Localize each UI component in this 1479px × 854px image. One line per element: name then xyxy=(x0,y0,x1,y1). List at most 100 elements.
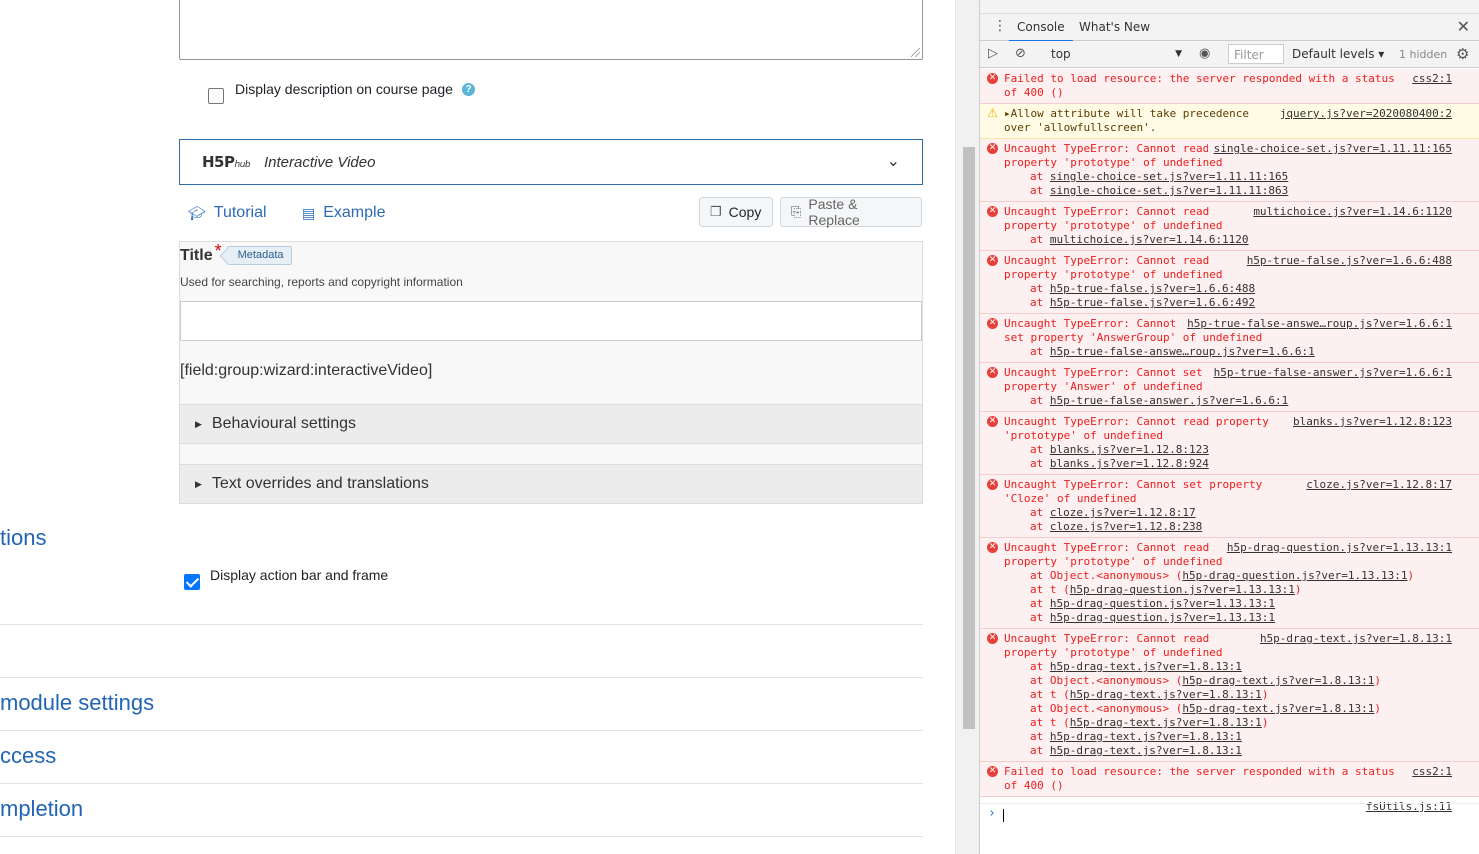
stack-frame-link[interactable]: h5p-drag-text.js?ver=1.8.13:1 xyxy=(1182,674,1374,687)
stack-frame-link[interactable]: cloze.js?ver=1.12.8:238 xyxy=(1050,520,1202,533)
stack-frame-link[interactable]: h5p-true-false-answer.js?ver=1.6.6:1 xyxy=(1050,394,1288,407)
source-link[interactable]: cloze.js?ver=1.12.8:17 xyxy=(1300,478,1452,492)
stack-frame-link[interactable]: h5p-drag-text.js?ver=1.8.13:1 xyxy=(1182,702,1374,715)
stack-frame-link[interactable]: h5p-drag-question.js?ver=1.13.13:1 xyxy=(1050,597,1275,610)
source-link[interactable]: h5p-true-false-answer.js?ver=1.6.6:1 xyxy=(1207,366,1452,380)
log-levels-dropdown[interactable]: Default levels ▾ xyxy=(1292,47,1384,61)
message-text: property 'prototype' of undefined xyxy=(1004,156,1223,169)
chevron-down-icon[interactable]: ⌄ xyxy=(887,151,900,171)
more-options-icon[interactable]: ⋮ xyxy=(993,18,1007,34)
source-link[interactable]: h5p-true-false.js?ver=1.6.6:488 xyxy=(1240,254,1452,268)
source-link[interactable]: css2:1 xyxy=(1406,765,1452,779)
clipboard-icon: ⎘ xyxy=(791,204,802,219)
field-group-placeholder: [field:group:wizard:interactiveVideo] xyxy=(180,362,433,379)
source-link[interactable]: jquery.js?ver=2020080400:2 xyxy=(1273,107,1452,121)
source-link[interactable]: blanks.js?ver=1.12.8:123 xyxy=(1287,415,1452,429)
text-overrides-accordion[interactable]: ▶ Text overrides and translations xyxy=(180,464,922,504)
resize-grip-icon[interactable] xyxy=(911,48,920,57)
stack-frame-link[interactable]: cloze.js?ver=1.12.8:17 xyxy=(1050,506,1196,519)
error-icon: ✕ xyxy=(987,766,998,777)
text-caret xyxy=(1003,809,1004,822)
stack-frame-suffix: ) xyxy=(1261,716,1269,729)
stack-frame-link[interactable]: h5p-drag-text.js?ver=1.8.13:1 xyxy=(1070,716,1262,729)
access-section-link[interactable]: ccess xyxy=(0,743,56,769)
message-text: set property 'AnswerGroup' of undefined xyxy=(1004,331,1263,344)
message-text: 'Cloze' of undefined xyxy=(1004,492,1137,505)
stack-frame-link[interactable]: h5p-drag-question.js?ver=1.13.13:1 xyxy=(1070,583,1295,596)
error-icon: ✕ xyxy=(987,416,998,427)
display-action-bar-label: Display action bar and frame xyxy=(210,567,389,583)
tab-console[interactable]: Console xyxy=(1009,20,1073,42)
console-prompt[interactable]: › xyxy=(980,803,1479,825)
example-link[interactable]: ▤ Example xyxy=(302,204,385,222)
hidden-count: 1 hidden xyxy=(1399,48,1448,61)
message-text: property 'prototype' of undefined xyxy=(1004,219,1223,232)
stack-frame-prefix: at Object.<anonymous> ( xyxy=(1030,569,1183,582)
module-settings-section-link[interactable]: module settings xyxy=(0,690,154,716)
source-link[interactable]: h5p-drag-text.js?ver=1.8.13:1 xyxy=(1253,632,1452,646)
stack-frame-link[interactable]: h5p-drag-question.js?ver=1.13.13:1 xyxy=(1050,611,1275,624)
page-scrollbar[interactable] xyxy=(955,0,979,854)
source-link[interactable]: multichoice.js?ver=1.14.6:1120 xyxy=(1247,205,1452,219)
devtools-panel: ⋮ Console What's New ✕ ▷ ⊘ top ▼ ◉ Filte… xyxy=(979,0,1479,854)
console-message: ✕ h5p-drag-text.js?ver=1.8.13:1 Uncaught T… xyxy=(980,629,1479,762)
stack-frame-prefix: at xyxy=(1030,184,1050,197)
title-input[interactable] xyxy=(180,301,922,341)
copy-button[interactable]: ❐ Copy xyxy=(699,197,773,227)
h5p-content-type-selector[interactable]: H5Phub Interactive Video ⌄ xyxy=(179,139,923,185)
source-link[interactable]: h5p-true-false-answe…roup.js?ver=1.6.6:1 xyxy=(1181,317,1452,331)
stack-frame-prefix: at t ( xyxy=(1030,716,1070,729)
error-icon: ✕ xyxy=(987,73,998,84)
source-link[interactable]: h5p-drag-question.js?ver=1.13.13:1 xyxy=(1220,541,1452,555)
stack-frame: at h5p-drag-text.js?ver=1.8.13:1 xyxy=(1004,730,1452,744)
clear-console-icon[interactable]: ⊘ xyxy=(1015,46,1026,61)
close-icon[interactable]: ✕ xyxy=(1457,17,1470,36)
stack-frame-link[interactable]: multichoice.js?ver=1.14.6:1120 xyxy=(1050,233,1249,246)
context-selector[interactable]: top ▼ xyxy=(1040,44,1186,64)
stack-frame-link[interactable]: single-choice-set.js?ver=1.11.11:863 xyxy=(1050,184,1288,197)
behavioural-settings-accordion[interactable]: ▶ Behavioural settings xyxy=(180,404,922,444)
stack-frame-suffix: ) xyxy=(1374,674,1382,687)
stack-frame: at cloze.js?ver=1.12.8:238 xyxy=(1004,520,1452,534)
stack-frame-link[interactable]: single-choice-set.js?ver=1.11.11:165 xyxy=(1050,170,1288,183)
stack-frame: at t (h5p-drag-question.js?ver=1.13.13:1… xyxy=(1004,583,1452,597)
context-value: top xyxy=(1051,47,1071,61)
scrollbar-thumb[interactable] xyxy=(963,147,975,729)
gear-icon[interactable]: ⚙ xyxy=(1456,45,1469,63)
stack-frame-link[interactable]: h5p-drag-text.js?ver=1.8.13:1 xyxy=(1050,730,1242,743)
stack-frame-link[interactable]: blanks.js?ver=1.12.8:123 xyxy=(1050,443,1209,456)
completion-section-link[interactable]: mpletion xyxy=(0,796,83,822)
paste-replace-button[interactable]: ⎘ Paste & Replace xyxy=(780,196,922,228)
stack-frame-link[interactable]: h5p-true-false-answe…roup.js?ver=1.6.6:1 xyxy=(1050,345,1315,358)
divider xyxy=(0,836,923,837)
stack-frame-link[interactable]: h5p-drag-text.js?ver=1.8.13:1 xyxy=(1050,660,1242,673)
help-icon[interactable]: ? xyxy=(462,83,475,96)
tab-whats-new[interactable]: What's New xyxy=(1079,20,1150,34)
stack-frame-link[interactable]: h5p-drag-question.js?ver=1.13.13:1 xyxy=(1182,569,1407,582)
message-text: over 'allowfullscreen'. xyxy=(1004,121,1157,134)
description-textarea[interactable] xyxy=(179,0,923,60)
stack-frame-link[interactable]: h5p-drag-text.js?ver=1.8.13:1 xyxy=(1050,744,1242,757)
metadata-button[interactable]: Metadata xyxy=(226,246,292,265)
stack-frame-link[interactable]: blanks.js?ver=1.12.8:924 xyxy=(1050,457,1209,470)
stack-frame-link[interactable]: h5p-true-false.js?ver=1.6.6:492 xyxy=(1050,296,1255,309)
devtools-top-strip xyxy=(980,0,1479,14)
log-levels-label: Default levels xyxy=(1292,47,1375,61)
options-section-heading[interactable]: tions xyxy=(0,525,46,551)
source-link[interactable]: single-choice-set.js?ver=1.11.11:165 xyxy=(1207,142,1452,156)
message-text: of 400 () xyxy=(1004,86,1064,99)
sidebar-toggle-icon[interactable]: ▷ xyxy=(988,46,998,61)
display-description-checkbox[interactable] xyxy=(208,88,224,104)
required-mark: * xyxy=(214,241,222,261)
filter-input[interactable]: Filter xyxy=(1228,44,1284,64)
console-message: ✕ single-choice-set.js?ver=1.11.11:165 Unc… xyxy=(980,139,1479,202)
source-link[interactable]: css2:1 xyxy=(1406,72,1452,86)
tutorial-link[interactable]: 🎓︎ Tutorial xyxy=(188,204,267,222)
h5p-logo-suffix: hub xyxy=(234,160,251,170)
stack-frame-link[interactable]: h5p-drag-text.js?ver=1.8.13:1 xyxy=(1070,688,1262,701)
eye-icon[interactable]: ◉ xyxy=(1199,46,1210,61)
display-action-bar-checkbox[interactable] xyxy=(184,574,200,590)
content-type-name: Interactive Video xyxy=(264,154,376,171)
stack-frame-prefix: at t ( xyxy=(1030,583,1070,596)
stack-frame-link[interactable]: h5p-true-false.js?ver=1.6.6:488 xyxy=(1050,282,1255,295)
